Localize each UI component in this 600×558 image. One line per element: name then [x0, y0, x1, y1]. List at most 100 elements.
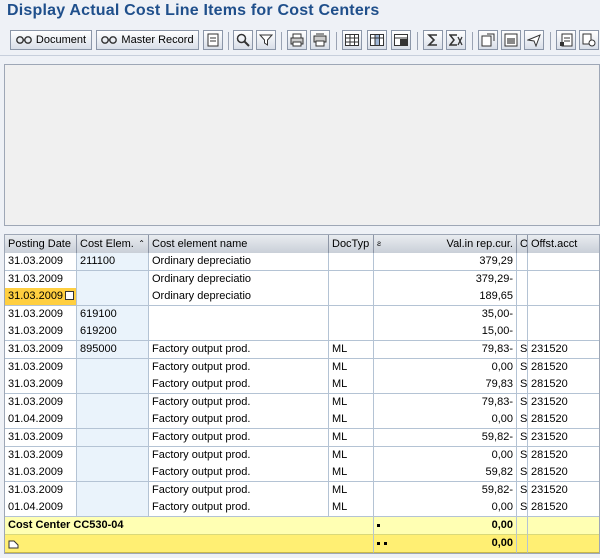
cell-offst[interactable]: 231520 — [528, 393, 599, 412]
cell-elem[interactable] — [77, 464, 149, 483]
detail-button[interactable] — [203, 30, 223, 50]
cell-doctyp[interactable]: ML — [329, 446, 374, 465]
column-header-posting-date[interactable]: Posting Date — [5, 235, 77, 253]
cell-elem[interactable] — [77, 376, 149, 395]
cell-offst[interactable]: 281520 — [528, 376, 599, 395]
table-row[interactable]: 31.03.2009 Ordinary depreciatio 189,65 — [5, 288, 599, 307]
cell-date[interactable]: 01.04.2009 — [5, 411, 77, 430]
cell-doctyp[interactable]: ML — [329, 358, 374, 377]
cell-val[interactable]: 59,82- — [374, 481, 517, 500]
cell-doctyp[interactable]: ML — [329, 376, 374, 395]
column-header-value[interactable]: ƨ Val.in rep.cur. — [374, 235, 517, 253]
cell-date[interactable]: 31.03.2009 — [5, 393, 77, 412]
cell-val[interactable]: 0,00 — [374, 446, 517, 465]
subtotal-button[interactable] — [446, 30, 466, 50]
cell-doctyp[interactable] — [329, 323, 374, 342]
cell-offst[interactable] — [528, 288, 599, 307]
cell-elem[interactable] — [77, 358, 149, 377]
cell-date[interactable]: 31.03.2009 — [5, 464, 77, 483]
cell-date[interactable]: 01.04.2009 — [5, 499, 77, 518]
cell-elem[interactable]: 619100 — [77, 305, 149, 324]
column-header-offst-acct[interactable]: Offst.acct — [528, 235, 599, 253]
table-row[interactable]: 01.04.2009 Factory output prod. ML 0,00 S 281… — [5, 499, 599, 518]
table-row[interactable]: 31.03.2009 619100 35,00- — [5, 305, 599, 324]
table-row[interactable]: 31.03.2009 Ordinary depreciatio 379,29- — [5, 270, 599, 289]
cell-val[interactable]: 379,29 — [374, 253, 517, 271]
cell-name[interactable] — [149, 305, 329, 324]
total-row[interactable]: 0,00 — [5, 534, 599, 553]
cell-date[interactable]: 31.03.2009 — [5, 358, 77, 377]
cell-doctyp[interactable] — [329, 305, 374, 324]
cell-offst[interactable]: 281520 — [528, 358, 599, 377]
print-button[interactable] — [287, 30, 307, 50]
cell-o[interactable] — [517, 270, 528, 289]
layout-button[interactable] — [342, 30, 362, 50]
cell-val[interactable]: 189,65 — [374, 288, 517, 307]
table-row[interactable]: 31.03.2009 Factory output prod. ML 79,83 S 28… — [5, 376, 599, 395]
line-items-grid[interactable]: Posting Date Cost Elem. ⌃ Cost element na… — [4, 234, 600, 554]
cell-o[interactable] — [517, 253, 528, 271]
cell-name[interactable]: Factory output prod. — [149, 429, 329, 447]
cell-offst[interactable]: 281520 — [528, 499, 599, 518]
cell-date[interactable]: 31.03.2009 — [5, 481, 77, 500]
save-layout-button[interactable] — [391, 30, 411, 50]
cell-elem[interactable]: 895000 — [77, 341, 149, 359]
cell-o[interactable]: S — [517, 429, 528, 447]
table-row[interactable]: 31.03.2009 619200 15,00- — [5, 323, 599, 342]
table-row[interactable]: 31.03.2009 Factory output prod. ML 59,82- S 2… — [5, 429, 599, 447]
value-help-icon[interactable] — [65, 291, 74, 301]
cell-val[interactable]: 0,00 — [374, 411, 517, 430]
table-row[interactable]: 31.03.2009 Factory output prod. ML 59,82- S 2… — [5, 481, 599, 500]
cell-o[interactable]: S — [517, 358, 528, 377]
cell-o[interactable]: S — [517, 393, 528, 412]
cell-date[interactable]: 31.03.2009 — [5, 376, 77, 395]
cell-name[interactable]: Factory output prod. — [149, 341, 329, 359]
table-row[interactable]: 31.03.2009 Factory output prod. ML 59,82 S 28… — [5, 464, 599, 483]
cell-date[interactable]: 31.03.2009 — [5, 288, 77, 307]
cell-name[interactable]: Factory output prod. — [149, 393, 329, 412]
subtotal-row[interactable]: Cost Center CC530-04 0,00 — [5, 517, 599, 535]
cell-name[interactable]: Ordinary depreciatio — [149, 253, 329, 271]
cell-o[interactable]: S — [517, 464, 528, 483]
cell-elem[interactable] — [77, 429, 149, 447]
cell-doctyp[interactable]: ML — [329, 429, 374, 447]
cell-date[interactable]: 31.03.2009 — [5, 341, 77, 359]
cell-doctyp[interactable]: ML — [329, 499, 374, 518]
cell-offst[interactable]: 281520 — [528, 446, 599, 465]
cell-doctyp[interactable]: ML — [329, 464, 374, 483]
cell-val[interactable]: 379,29- — [374, 270, 517, 289]
cell-name[interactable]: Ordinary depreciatio — [149, 270, 329, 289]
cell-offst[interactable] — [528, 323, 599, 342]
cell-doctyp[interactable] — [329, 288, 374, 307]
send-button[interactable] — [524, 30, 544, 50]
cell-name[interactable]: Factory output prod. — [149, 358, 329, 377]
cell-elem[interactable] — [77, 393, 149, 412]
cell-date[interactable]: 31.03.2009 — [5, 253, 77, 271]
table-row[interactable]: 31.03.2009 895000 Factory output prod. ML 79… — [5, 341, 599, 359]
cell-name[interactable]: Ordinary depreciatio — [149, 288, 329, 307]
cell-val[interactable]: 0,00 — [374, 358, 517, 377]
cell-o[interactable] — [517, 323, 528, 342]
cell-name[interactable]: Factory output prod. — [149, 411, 329, 430]
cell-elem[interactable] — [77, 446, 149, 465]
table-row[interactable]: 31.03.2009 211100 Ordinary depreciatio 379,… — [5, 253, 599, 271]
column-header-doctyp[interactable]: DocTyp — [329, 235, 374, 253]
spreadsheet-button[interactable] — [501, 30, 521, 50]
filter-button[interactable] — [256, 30, 276, 50]
cell-name[interactable]: Factory output prod. — [149, 481, 329, 500]
cell-val[interactable]: 79,83 — [374, 376, 517, 395]
cell-o[interactable] — [517, 288, 528, 307]
table-row[interactable]: 31.03.2009 Factory output prod. ML 0,00 S 281… — [5, 358, 599, 377]
cell-o[interactable]: S — [517, 341, 528, 359]
cell-date[interactable]: 31.03.2009 — [5, 305, 77, 324]
cell-doctyp[interactable]: ML — [329, 341, 374, 359]
manage-layout-button[interactable] — [579, 30, 599, 50]
cell-elem[interactable] — [77, 411, 149, 430]
cell-o[interactable] — [517, 305, 528, 324]
cell-val[interactable]: 0,00 — [374, 499, 517, 518]
find-button[interactable] — [233, 30, 253, 50]
cell-offst[interactable]: 231520 — [528, 341, 599, 359]
cell-val[interactable]: 79,83- — [374, 393, 517, 412]
cell-offst[interactable]: 281520 — [528, 464, 599, 483]
cell-date[interactable]: 31.03.2009 — [5, 323, 77, 342]
